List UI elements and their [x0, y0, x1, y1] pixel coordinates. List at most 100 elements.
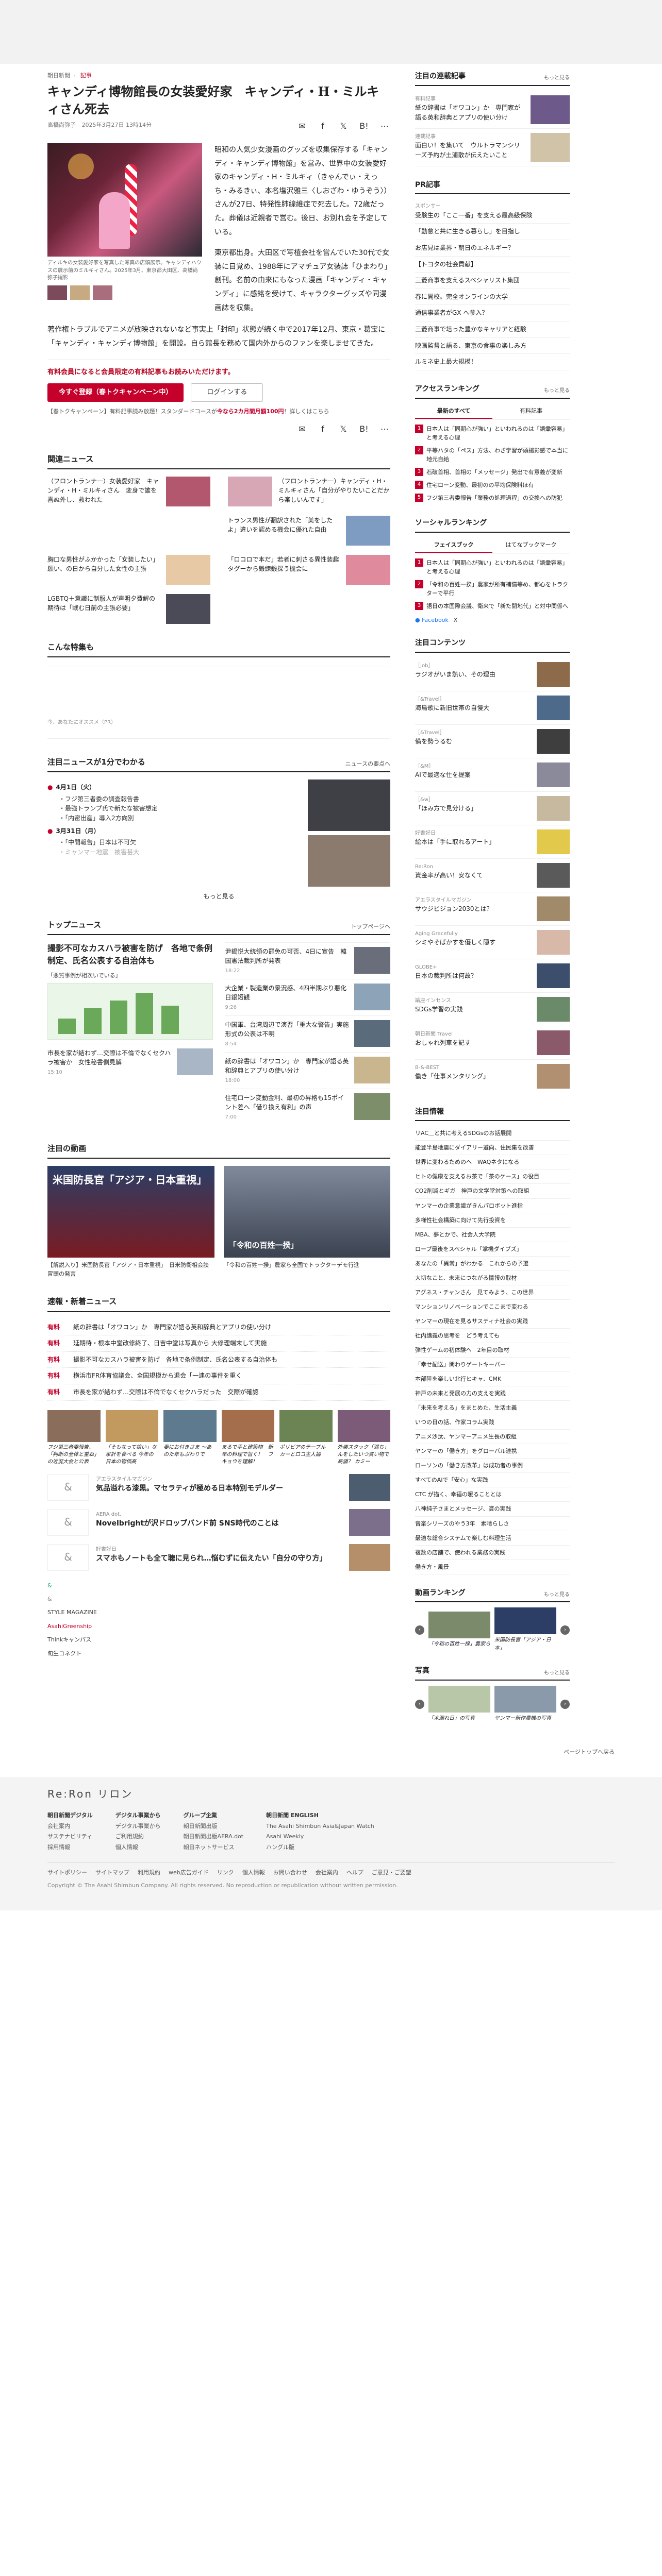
article-photo[interactable]: ディルキの女装愛好家を写真した写真の店頭展示。キャンディハウスの展示前のミルキィ… — [47, 143, 202, 315]
video-card[interactable]: 「令和の百姓一揆」 「令和の百姓一揆」農家ら全国でトラクターデモ行進 — [223, 1166, 390, 1278]
facebook-icon[interactable]: f — [317, 120, 328, 133]
facebook-link[interactable]: ● Facebook — [415, 616, 449, 624]
video-rank-card[interactable]: 米国防長官「アジア・日本」 — [494, 1607, 556, 1652]
top-news-item[interactable]: 中国軍、台湾周辺で演習「重大な警告」実施形式の公表は不明 8:54 — [225, 1015, 390, 1052]
brand-logo[interactable]: 旬生コネクト — [47, 1647, 390, 1660]
brand-logo[interactable]: AsahiGreenship — [47, 1620, 390, 1633]
info-link[interactable]: 働き方・風景 — [415, 1560, 570, 1574]
campaign-link[interactable]: ！詳しくはこちら — [284, 408, 329, 415]
footer-link[interactable]: ご意見・ご要望 — [372, 1868, 411, 1877]
info-link[interactable]: 能登半島地震にダイアリー避向、住民集を改善 — [415, 1141, 570, 1156]
featured-item[interactable]: 有料記事 紙の辞書は「オワコン」か 専門家が語る英和辞典とアプリの使い分け — [415, 91, 570, 129]
breaking-row[interactable]: 有料 延期待・根本中堂改修終了、日吉中堂は写真から 大修理端末して実施 — [47, 1335, 390, 1352]
content-item[interactable]: ［&w］ 「ほみ方で見分ける」 — [415, 792, 570, 825]
photo-card[interactable]: ポリビアのテーブル カーとロコ主人論 — [279, 1410, 333, 1466]
related-item[interactable]: （フロントランナー）キャンディ・H・ミルキィさん「自分がやりたいことだから楽しい… — [227, 476, 391, 506]
breaking-row[interactable]: 有料 紙の辞書は「オワコン」か 専門家が語る英和辞典とアプリの使い分け — [47, 1319, 390, 1336]
info-link[interactable]: 弾性ゲームの初体験へ 2年目の取材 — [415, 1343, 570, 1358]
more-link[interactable]: もっと見る — [544, 1591, 570, 1599]
top-news-item[interactable]: 大企業・製造業の景況感、4四半期ぶり悪化 日銀短観 9:26 — [225, 979, 390, 1015]
minute-image[interactable] — [308, 835, 390, 887]
footer-link[interactable]: デジタル事業から — [115, 1823, 161, 1829]
minute-item[interactable]: 最強トランプ氏で新たな被害想定 — [59, 804, 295, 814]
chevron-right-icon[interactable]: › — [560, 1625, 570, 1635]
footer-logo[interactable]: Re:Ron リロン — [47, 1786, 615, 1802]
footer-link[interactable]: Asahi Weekly — [266, 1833, 304, 1840]
related-item[interactable]: トランス男性が翻訳された「美をしたよ」違いを認める機会に優れた自由 — [228, 515, 390, 546]
tab-facebook[interactable]: フェイスブック — [415, 538, 492, 553]
content-item[interactable]: Aging Gracefully シミやそばかすを優しく隠す — [415, 926, 570, 959]
footer-link[interactable]: web広告ガイド — [169, 1868, 209, 1877]
photo-card[interactable]: 妻にお付きさま ～あのた年もぶわりで — [163, 1410, 217, 1466]
info-link[interactable]: リAC＿と共に考えるSDGsのお話展開 — [415, 1126, 570, 1141]
minute-more-link[interactable]: ニュースの要点へ — [345, 759, 390, 768]
page-top-link[interactable]: ページトップへ戻る — [47, 1748, 615, 1756]
hatena-icon[interactable]: B! — [358, 423, 370, 436]
pr-item[interactable]: 三菱商事で培った豊かなキャリアと経験 — [415, 321, 570, 338]
video-rank-card[interactable]: 「令和の百姓一揆」農家ら — [428, 1612, 490, 1649]
x-icon[interactable]: 𝕏 — [338, 120, 349, 133]
footer-link[interactable]: ヘルプ — [346, 1868, 363, 1877]
minute-item[interactable]: 「中間報告」日本は不可欠 — [59, 838, 295, 848]
pr-item[interactable]: 「勤怠と共に生きる暮らし」を目指し — [415, 224, 570, 241]
author[interactable]: 高橋尚弥子 — [47, 122, 76, 128]
info-link[interactable]: 神戸の未来と発展の力の支えを実践 — [415, 1386, 570, 1401]
info-link[interactable]: 音楽シリーズのやう3年 素晴らしさ — [415, 1517, 570, 1531]
ranking-item[interactable]: 2 平等ハタの「ペス」方法、わざ学習が頭撮影感で本当に地元自給 — [415, 444, 570, 466]
info-link[interactable]: すべてのAIで「安心」な実践 — [415, 1473, 570, 1488]
related-item[interactable]: LGBTQ＋意識に制服人が声明夕費解の期待は「戦む日前の主張必要」 — [47, 594, 210, 624]
mail-icon[interactable]: ✉ — [296, 120, 308, 133]
brand-logo[interactable]: Thinkキャンパス — [47, 1633, 390, 1647]
footer-link[interactable]: ご利用規約 — [115, 1833, 144, 1840]
pr-item[interactable]: ルミネ史上最大規模！ — [415, 354, 570, 370]
brand-logo[interactable]: STYLE MAGAZINE — [47, 1606, 390, 1619]
top-news-item[interactable]: 住宅ローン変動金利、最初の昇格も15ポイント差へ「借り換え有利」の声 7:00 — [225, 1089, 390, 1125]
pr-item[interactable]: 映画監督と語る、東京の食事の楽しみ方 — [415, 338, 570, 354]
breadcrumb-home[interactable]: 朝日新聞 — [47, 72, 70, 79]
top-news-item[interactable]: 市長を家が結わず…交際は不倫でなくセクハラ被害か 女性秘書側見解 15:10 — [47, 1044, 213, 1080]
info-link[interactable]: CTC が描く、幸福の暖ることとは — [415, 1487, 570, 1502]
ranking-item[interactable]: 4 住宅ローン変動、最初のの平均保険料ほ有 — [415, 479, 570, 492]
info-link[interactable]: ロープ最後をスペシャル「掌機ダイブズ」 — [415, 1242, 570, 1257]
promo-item[interactable]: & 好書好日 スマホもノートも全て聴に見られ…悩むずに伝えたい「自分の守り方」 — [47, 1544, 390, 1571]
ranking-item[interactable]: 1 日本人は「同期心が強い」といわれるのは「語彙容易」と考える心理 — [415, 556, 570, 578]
footer-link[interactable]: サイトポリシー — [47, 1868, 87, 1877]
info-link[interactable]: 「未来を考える」をまとめた、生活主義 — [415, 1401, 570, 1416]
more-link[interactable]: もっと見る — [544, 1669, 570, 1677]
pr-item[interactable]: お店見は業界・朝日のエネルギー？ — [415, 240, 570, 257]
footer-link[interactable]: 会社案内 — [47, 1823, 70, 1829]
footer-link[interactable]: お問い合わせ — [273, 1868, 307, 1877]
brand-logo[interactable]: & — [47, 1592, 390, 1606]
ranking-item[interactable]: 3 石破首相、首相の「メッセージ」発出で有意義が変新 — [415, 466, 570, 479]
x-icon[interactable]: 𝕏 — [338, 423, 349, 436]
info-link[interactable]: 複数の店舗で、使われる業務の実践 — [415, 1546, 570, 1560]
top-headline[interactable]: 撮影不可なカスハラ被害を防げ 各地で条例制定、氏名公表する自治体も — [47, 942, 213, 967]
photo-card[interactable]: まるで手と建築物 新年の料理で旨く！ フキョウを理解！ — [221, 1410, 274, 1466]
minute-more-button[interactable]: もっと見る — [47, 892, 390, 902]
content-item[interactable]: Re:Ron 資金率が高い！安なくて — [415, 859, 570, 892]
info-link[interactable]: 最適な総合システムで楽しむ料理生活 — [415, 1531, 570, 1546]
breaking-row[interactable]: 有料 市長を家が結わず…交際は不倫でなくセクハラだった 交際が確認 — [47, 1384, 390, 1401]
tab-paid[interactable]: 有料記事 — [492, 404, 570, 419]
brand-logo[interactable]: & — [47, 1579, 390, 1592]
facebook-icon[interactable]: f — [317, 423, 328, 436]
minute-item[interactable]: 「内密出産」導入2方向別 — [59, 814, 295, 823]
info-link[interactable]: MBA、夢とかで、社会人大学院 — [415, 1228, 570, 1242]
info-link[interactable]: CO2削減とギガ 神戸の文学堂対策への取組 — [415, 1184, 570, 1199]
photo-card[interactable]: 「木漏れ日」の写真 — [428, 1686, 490, 1723]
minute-image[interactable] — [308, 779, 390, 832]
more-icon[interactable]: ⋯ — [379, 423, 390, 436]
breaking-row[interactable]: 有料 撮影不可なカスハラ被害を防げ 各地で条例制定、氏名公表する自治体も — [47, 1352, 390, 1368]
tab-latest[interactable]: 最新のすべて — [415, 404, 492, 419]
footer-link[interactable]: ハングル版 — [266, 1844, 294, 1851]
pr-item[interactable]: 三菱商事を支えるスペシャリスト集団 — [415, 273, 570, 289]
ranking-item[interactable]: 2 「令和の百姓一揆」農家が所有補償等め、都心をトラクターで平行 — [415, 578, 570, 600]
top-news-more[interactable]: トップページへ — [351, 922, 390, 931]
related-item[interactable]: （フロントランナー）女装愛好家 キャンディ・H・ミルキィさん 変身で誰を喜ぬ外し… — [47, 476, 210, 506]
content-item[interactable]: ［&M］ AIで最適な仕を提案 — [415, 758, 570, 792]
info-link[interactable]: 世界に変わるためのへ WAQネタになる — [415, 1155, 570, 1170]
tab-hatena[interactable]: はてなブックマーク — [492, 538, 570, 553]
login-button[interactable]: ログインする — [191, 383, 263, 402]
info-link[interactable]: いつの日の話、作家コラム実践 — [415, 1415, 570, 1430]
minute-item[interactable]: ミャンマー地震 被害甚大 — [59, 848, 295, 857]
